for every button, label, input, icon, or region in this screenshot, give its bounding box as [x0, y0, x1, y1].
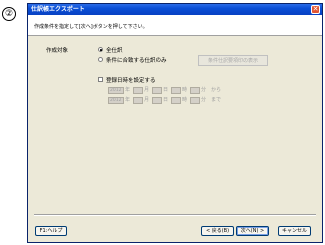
to-year-field[interactable]: 2012 [108, 97, 124, 104]
title-bar: 仕訳帳エクスポート ✕ [28, 4, 322, 15]
from-month-field[interactable] [133, 87, 143, 94]
export-dialog: 仕訳帳エクスポート ✕ 作成条件を指定して[次へ]ボタンを押して下さい。 作成対… [27, 3, 323, 243]
from-month-unit: 月 [144, 87, 150, 93]
register-date-label: 登録日時を設定する [106, 78, 156, 84]
radio-condition-label: 条件に合致する仕訳のみ [106, 58, 167, 64]
back-button[interactable]: < 戻る(B) [201, 226, 234, 236]
to-hour-field[interactable] [171, 97, 181, 104]
target-label: 作成対象 [46, 48, 69, 54]
footer-separator [34, 214, 316, 216]
to-month-field[interactable] [133, 97, 143, 104]
to-day-unit: 日 [163, 97, 169, 103]
cancel-button[interactable]: キャンセル [278, 226, 311, 236]
to-minute-field[interactable] [190, 97, 200, 104]
radio-all-label: 全仕訳 [106, 48, 123, 54]
condition-button[interactable]: 条件仕訳要項印の表示 [198, 55, 268, 66]
from-year-unit: 年 [125, 87, 131, 93]
from-day-field[interactable] [152, 87, 162, 94]
radio-all[interactable] [98, 47, 103, 52]
instruction-text: 作成条件を指定して[次へ]ボタンを押して下さい。 [34, 24, 148, 30]
from-year-field[interactable]: 2012 [108, 87, 124, 94]
close-icon[interactable]: ✕ [311, 5, 320, 14]
from-hour-field[interactable] [171, 87, 181, 94]
instruction-header: 作成条件を指定して[次へ]ボタンを押して下さい。 [28, 15, 322, 36]
to-day-field[interactable] [152, 97, 162, 104]
help-button[interactable]: F1:ヘルプ [35, 226, 67, 236]
next-button[interactable]: 次へ(N) > [236, 226, 269, 236]
to-year-unit: 年 [125, 97, 131, 103]
to-hour-unit: 時 [182, 97, 188, 103]
radio-condition[interactable] [98, 57, 103, 62]
from-suffix: から [211, 87, 222, 93]
from-hour-unit: 時 [182, 87, 188, 93]
from-day-unit: 日 [163, 87, 169, 93]
from-minute-unit: 分 [201, 87, 207, 93]
window-title: 仕訳帳エクスポート [31, 6, 85, 13]
to-month-unit: 月 [144, 97, 150, 103]
to-suffix: まで [211, 97, 222, 103]
to-minute-unit: 分 [201, 97, 207, 103]
step-marker: ② [2, 7, 16, 21]
register-date-checkbox[interactable] [98, 77, 103, 82]
from-minute-field[interactable] [190, 87, 200, 94]
